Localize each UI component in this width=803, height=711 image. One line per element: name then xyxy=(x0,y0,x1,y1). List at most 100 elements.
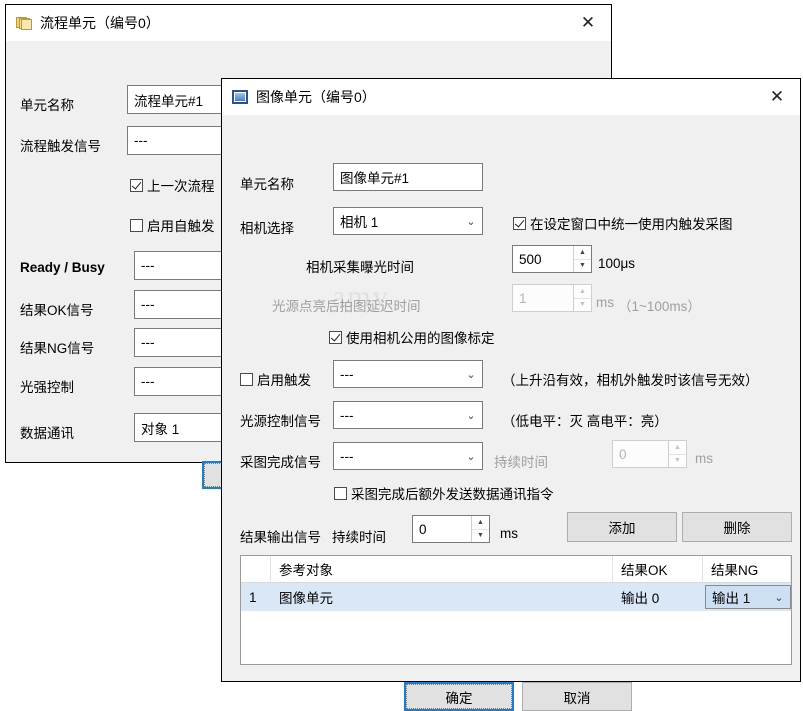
delete-button[interactable]: 删除 xyxy=(682,512,792,542)
checkbox-box xyxy=(513,216,526,230)
light-control-signal-value: --- xyxy=(340,407,354,423)
image-unit-title: 图像单元（编号0） xyxy=(256,89,376,105)
data-comm-label: 数据通讯 xyxy=(20,426,74,441)
chevron-down-icon: ⌄ xyxy=(466,409,476,422)
light-intensity-label: 光强控制 xyxy=(20,380,74,395)
camera-select-label: 相机选择 xyxy=(240,221,294,236)
light-intensity-combo[interactable]: --- xyxy=(134,367,234,396)
table-row[interactable]: 1 图像单元 输出 0 输出 1 ⌄ xyxy=(241,583,791,611)
exposure-time-label: 相机采集曝光时间 xyxy=(306,260,414,275)
table-header-result-ok: 结果OK xyxy=(613,556,703,582)
reference-object-table: 参考对象 结果OK 结果NG 1 图像单元 输出 0 输出 1 ⌄ xyxy=(240,555,792,665)
flow-prev-flow-label: 上一次流程 xyxy=(147,179,215,194)
result-ng-cell-value: 输出 1 xyxy=(712,591,751,606)
spinner-up-icon[interactable]: ▲ xyxy=(669,441,686,455)
spinner-arrows[interactable]: ▲ ▼ xyxy=(573,285,591,311)
light-delay-spinner[interactable]: 1 ▲ ▼ xyxy=(512,284,592,312)
table-header-index xyxy=(241,556,271,582)
flow-trigger-signal-label: 流程触发信号 xyxy=(20,139,101,154)
use-common-calibration-checkbox[interactable]: 使用相机公用的图像标定 xyxy=(329,327,495,347)
light-delay-value: 1 xyxy=(519,290,527,306)
ready-busy-combo[interactable]: --- xyxy=(134,251,234,280)
enable-trigger-note: （上升沿有效，相机外触发时该信号无效） xyxy=(502,373,759,388)
exposure-time-unit: 100μs xyxy=(598,256,636,271)
add-button[interactable]: 添加 xyxy=(567,512,677,542)
checkbox-box xyxy=(130,178,143,192)
image-unit-name-label: 单元名称 xyxy=(240,177,294,192)
result-ok-signal-combo[interactable]: --- xyxy=(134,290,234,319)
image-unit-titlebar: 图像单元（编号0） ✕ xyxy=(222,79,800,115)
camera-select-value: 相机 1 xyxy=(340,215,379,230)
result-ng-signal-combo[interactable]: --- xyxy=(134,328,234,357)
ok-button-label: 确定 xyxy=(406,684,512,709)
spinner-up-icon[interactable]: ▲ xyxy=(472,516,489,530)
flow-auto-trigger-checkbox[interactable]: 启用自触发 xyxy=(130,215,215,235)
spinner-up-icon[interactable]: ▲ xyxy=(574,246,591,260)
close-icon[interactable]: ✕ xyxy=(754,79,800,115)
result-ng-cell-combo[interactable]: 输出 1 ⌄ xyxy=(705,585,791,609)
spinner-up-icon[interactable]: ▲ xyxy=(574,285,591,299)
capture-duration-value: 0 xyxy=(619,446,627,462)
light-control-signal-combo[interactable]: --- ⌄ xyxy=(333,401,483,429)
exposure-time-spinner[interactable]: 500 ▲ ▼ xyxy=(512,245,592,273)
spinner-down-icon[interactable]: ▼ xyxy=(472,530,489,543)
flow-auto-trigger-label: 启用自触发 xyxy=(147,219,215,234)
chevron-down-icon: ⌄ xyxy=(466,450,476,463)
ok-button[interactable]: 确定 xyxy=(404,682,514,711)
enable-trigger-combo[interactable]: --- ⌄ xyxy=(333,360,483,388)
table-cell-reference: 图像单元 xyxy=(279,591,333,606)
use-common-calibration-label: 使用相机公用的图像标定 xyxy=(346,331,495,346)
enable-trigger-value: --- xyxy=(340,366,354,382)
image-unit-icon xyxy=(232,90,248,104)
light-control-signal-note: （低电平：灭 高电平：亮） xyxy=(502,414,668,429)
close-icon[interactable]: ✕ xyxy=(565,5,611,41)
light-delay-unit: ms xyxy=(596,295,614,310)
result-ng-signal-label: 结果NG信号 xyxy=(20,341,95,356)
capture-duration-spinner[interactable]: 0 ▲ ▼ xyxy=(612,440,687,468)
light-delay-range: （1~100ms） xyxy=(618,299,701,314)
checkbox-box xyxy=(334,486,347,500)
result-duration-label: 持续时间 xyxy=(332,530,386,545)
flow-unit-titlebar: 流程单元（编号0） ✕ xyxy=(6,5,611,41)
result-output-signal-label: 结果输出信号 xyxy=(240,530,321,545)
result-duration-spinner[interactable]: 0 ▲ ▼ xyxy=(412,515,490,543)
capture-done-signal-label: 采图完成信号 xyxy=(240,455,321,470)
extra-send-command-label: 采图完成后额外发送数据通讯指令 xyxy=(351,487,554,502)
camera-select-combo[interactable]: 相机 1 ⌄ xyxy=(333,207,483,235)
flow-prev-flow-checkbox[interactable]: 上一次流程 xyxy=(130,175,215,195)
checkbox-box xyxy=(240,372,253,386)
result-duration-value: 0 xyxy=(419,521,427,537)
table-cell-result-ok: 输出 0 xyxy=(621,591,660,606)
cancel-button[interactable]: 取消 xyxy=(522,682,632,711)
unified-internal-trigger-label: 在设定窗口中统一使用内触发采图 xyxy=(530,217,733,232)
light-delay-label: 光源点亮后拍图延迟时间 xyxy=(272,299,421,314)
image-unit-name-input[interactable]: 图像单元#1 xyxy=(333,163,483,191)
table-cell-result-ng: 输出 1 ⌄ xyxy=(703,585,791,609)
spinner-arrows[interactable]: ▲ ▼ xyxy=(573,246,591,272)
chevron-down-icon: ⌄ xyxy=(774,591,784,604)
folder-stack-icon xyxy=(16,16,32,30)
table-header-reference: 参考对象 xyxy=(271,556,613,582)
spinner-down-icon[interactable]: ▼ xyxy=(574,299,591,312)
spinner-down-icon[interactable]: ▼ xyxy=(669,455,686,468)
image-unit-dialog: 图像单元（编号0） ✕ 单元名称 图像单元#1 相机选择 相机 1 ⌄ 在设定窗… xyxy=(221,78,801,711)
enable-trigger-checkbox[interactable]: 启用触发 xyxy=(240,369,311,389)
ready-busy-label: Ready / Busy xyxy=(20,260,105,275)
table-cell-index: 1 xyxy=(249,589,257,605)
extra-send-command-checkbox[interactable]: 采图完成后额外发送数据通讯指令 xyxy=(334,483,554,503)
result-ok-signal-label: 结果OK信号 xyxy=(20,303,94,318)
spinner-down-icon[interactable]: ▼ xyxy=(574,260,591,273)
spinner-arrows[interactable]: ▲ ▼ xyxy=(668,441,686,467)
table-header-result-ng: 结果NG xyxy=(703,556,791,582)
flow-unit-title: 流程单元（编号0） xyxy=(40,15,160,31)
data-comm-combo[interactable]: 对象 1 xyxy=(134,413,234,442)
image-unit-client: 单元名称 图像单元#1 相机选择 相机 1 ⌄ 在设定窗口中统一使用内触发采图 … xyxy=(222,115,800,711)
chevron-down-icon: ⌄ xyxy=(466,368,476,381)
spinner-arrows[interactable]: ▲ ▼ xyxy=(471,516,489,542)
unified-internal-trigger-checkbox[interactable]: 在设定窗口中统一使用内触发采图 xyxy=(513,213,733,233)
capture-duration-label: 持续时间 xyxy=(494,455,548,470)
capture-done-signal-combo[interactable]: --- ⌄ xyxy=(333,442,483,470)
flow-trigger-signal-combo[interactable]: --- xyxy=(127,126,227,155)
checkbox-box xyxy=(130,218,143,232)
light-control-signal-label: 光源控制信号 xyxy=(240,414,321,429)
